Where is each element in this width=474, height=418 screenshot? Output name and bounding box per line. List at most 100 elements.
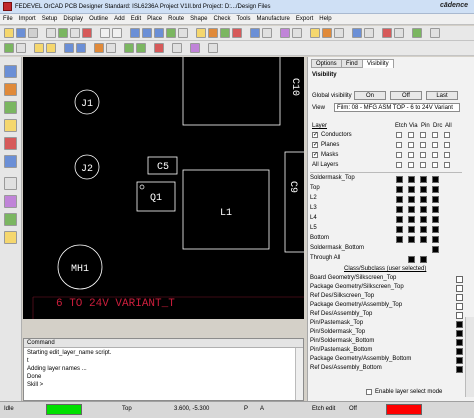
cut-icon[interactable] xyxy=(46,28,56,38)
panel-scrollbar[interactable] xyxy=(465,317,474,397)
planes-pin-checkbox[interactable] xyxy=(420,142,426,148)
all-pin-checkbox[interactable] xyxy=(420,162,426,168)
subclass-row[interactable]: Ref Des/Assembly_Bottom xyxy=(310,365,462,374)
color-swatch[interactable] xyxy=(408,176,415,183)
color-swatch[interactable] xyxy=(456,285,463,292)
subclass-row[interactable]: Pin/Pastemask_Bottom xyxy=(310,347,462,356)
subclass-row[interactable]: Package Geometry/Silkscreen_Top xyxy=(310,284,462,293)
shape-edit-icon[interactable] xyxy=(136,43,146,53)
masks-pin-checkbox[interactable] xyxy=(420,152,426,158)
add-connect-icon[interactable] xyxy=(196,28,206,38)
menu-display[interactable]: Display xyxy=(60,16,86,22)
masks-etch-checkbox[interactable] xyxy=(396,152,402,158)
shape-select-icon[interactable] xyxy=(4,213,17,226)
planes-all-checkbox[interactable] xyxy=(444,142,450,148)
conductors-etch-checkbox[interactable] xyxy=(396,132,402,138)
redo-icon[interactable] xyxy=(112,28,122,38)
pin-icon[interactable] xyxy=(4,119,17,132)
conductors-via-checkbox[interactable] xyxy=(408,132,414,138)
save-icon[interactable] xyxy=(16,28,26,38)
slide-icon[interactable] xyxy=(208,28,218,38)
planes-etch-checkbox[interactable] xyxy=(396,142,402,148)
color-swatch[interactable] xyxy=(396,236,403,243)
subclass-row[interactable]: Package Geometry/Assembly_Top xyxy=(310,302,462,311)
layer-row[interactable]: Top xyxy=(310,185,462,194)
menu-check[interactable]: Check xyxy=(211,16,234,22)
menu-outline[interactable]: Outline xyxy=(86,16,111,22)
layer-row[interactable]: L5 xyxy=(310,225,462,234)
color-swatch[interactable] xyxy=(420,256,427,263)
menu-manufacture[interactable]: Manufacture xyxy=(254,16,293,22)
color-swatch[interactable] xyxy=(420,196,427,203)
glossing-icon[interactable] xyxy=(94,43,104,53)
color-swatch[interactable] xyxy=(396,196,403,203)
cline-icon[interactable] xyxy=(4,137,17,150)
layer-row[interactable]: Soldermask_Bottom xyxy=(310,245,462,254)
highlight-icon[interactable] xyxy=(382,28,392,38)
unrats-icon[interactable] xyxy=(364,28,374,38)
assign-color-icon[interactable] xyxy=(412,28,422,38)
void-icon[interactable] xyxy=(154,43,164,53)
tab-options[interactable]: Options xyxy=(311,59,342,68)
color-swatch[interactable] xyxy=(420,206,427,213)
symbol-icon[interactable] xyxy=(4,195,17,208)
pcb-canvas[interactable]: J1 J2 MH1 C5 Q1 L1 C10 C9 6 TO 24V VARIA… xyxy=(23,57,304,319)
command-panel[interactable]: Command Starting edit_layer_name script.… xyxy=(23,338,304,401)
color-swatch[interactable] xyxy=(432,186,439,193)
menu-shape[interactable]: Shape xyxy=(187,16,210,22)
dimension-icon[interactable] xyxy=(172,43,182,53)
color-swatch[interactable] xyxy=(408,186,415,193)
color-swatch[interactable] xyxy=(420,216,427,223)
color-swatch[interactable] xyxy=(432,246,439,253)
color-swatch[interactable] xyxy=(408,236,415,243)
color-swatch[interactable] xyxy=(420,226,427,233)
etch-icon[interactable] xyxy=(4,83,17,96)
color-swatch[interactable] xyxy=(456,357,463,364)
masks-checkbox[interactable] xyxy=(312,151,318,158)
menu-route[interactable]: Route xyxy=(165,16,187,22)
color-swatch[interactable] xyxy=(432,196,439,203)
property-icon[interactable] xyxy=(280,28,290,38)
measure-icon[interactable] xyxy=(262,28,272,38)
color-swatch[interactable] xyxy=(432,236,439,243)
menu-setup[interactable]: Setup xyxy=(39,16,61,22)
conductors-checkbox[interactable] xyxy=(312,131,318,138)
masks-via-checkbox[interactable] xyxy=(408,152,414,158)
help-icon[interactable] xyxy=(430,28,440,38)
planes-via-checkbox[interactable] xyxy=(408,142,414,148)
color-swatch[interactable] xyxy=(456,312,463,319)
color-swatch[interactable] xyxy=(456,366,463,373)
place-manual-icon[interactable] xyxy=(4,43,14,53)
color-swatch[interactable] xyxy=(420,176,427,183)
color-swatch[interactable] xyxy=(432,216,439,223)
zoom-fit-icon[interactable] xyxy=(154,28,164,38)
conductors-pin-checkbox[interactable] xyxy=(420,132,426,138)
add-line-icon[interactable] xyxy=(34,43,44,53)
menu-tools[interactable]: Tools xyxy=(234,16,254,22)
layer-row[interactable]: L3 xyxy=(310,205,462,214)
report-icon[interactable] xyxy=(208,43,218,53)
layer-row[interactable]: L2 xyxy=(310,195,462,204)
conductors-drc-checkbox[interactable] xyxy=(432,132,438,138)
visibility-on-button[interactable]: On xyxy=(354,91,386,100)
ratsnest-icon[interactable] xyxy=(352,28,362,38)
masks-all-checkbox[interactable] xyxy=(444,152,450,158)
color-swatch[interactable] xyxy=(420,186,427,193)
subclass-row[interactable]: Ref Des/Silkscreen_Top xyxy=(310,293,462,302)
net-icon[interactable] xyxy=(4,155,17,168)
all-all-checkbox[interactable] xyxy=(444,162,450,168)
copy-icon[interactable] xyxy=(70,28,80,38)
move-icon[interactable] xyxy=(58,28,68,38)
subclass-row[interactable]: Pin/Soldermask_Bottom xyxy=(310,338,462,347)
color-icon[interactable] xyxy=(310,28,320,38)
shadow-icon[interactable] xyxy=(322,28,332,38)
shape-add-icon[interactable] xyxy=(124,43,134,53)
tab-visibility[interactable]: Visibility xyxy=(362,59,394,68)
color-swatch[interactable] xyxy=(420,236,427,243)
visibility-off-button[interactable]: Off xyxy=(390,91,422,100)
grid-icon[interactable] xyxy=(334,28,344,38)
menu-import[interactable]: Import xyxy=(16,16,39,22)
menu-help[interactable]: Help xyxy=(316,16,334,22)
color-swatch[interactable] xyxy=(408,216,415,223)
all-etch-checkbox[interactable] xyxy=(396,162,402,168)
